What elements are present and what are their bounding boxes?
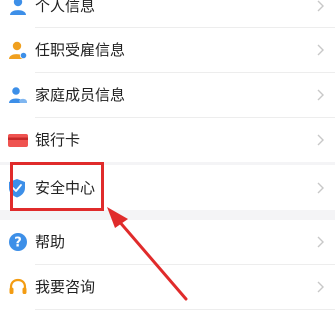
settings-menu-page: 个人信息 任职受雇信息 家庭成员信息 银行卡 安全中心 ? 帮助 我要咨询 (0, 0, 335, 312)
annotation-arrow (107, 207, 188, 301)
